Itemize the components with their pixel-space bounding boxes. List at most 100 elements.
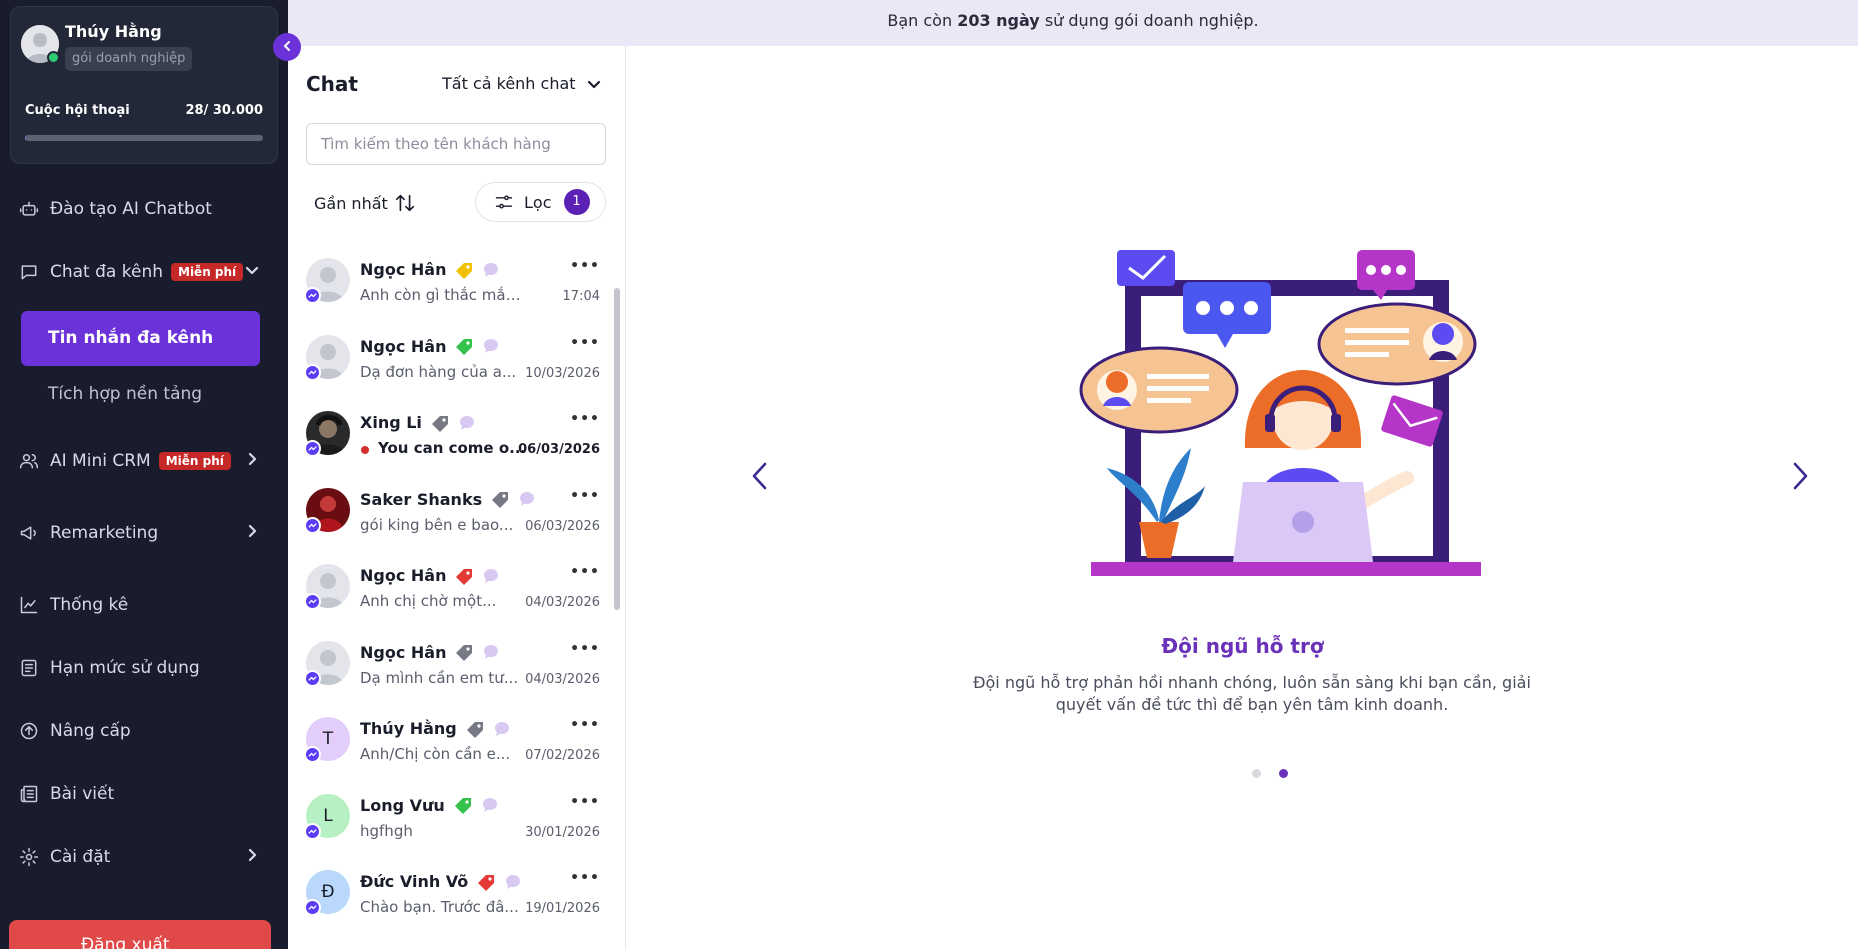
nav-label: Nâng cấp — [50, 721, 131, 741]
messenger-icon — [304, 516, 321, 534]
conversation-item[interactable]: Xing Li ••• You can come o... 06/03/2026 — [288, 397, 618, 474]
chevron-left-icon — [283, 41, 290, 51]
tag-icon[interactable] — [453, 796, 473, 814]
sort-button[interactable]: Gần nhất — [314, 192, 416, 214]
sidebar: Thúy Hằng gói doanh nghiệp Cuộc hội thoạ… — [0, 0, 301, 949]
chevron-right-icon[interactable] — [244, 847, 264, 867]
conversation-time: 06/03/2026 — [525, 518, 600, 534]
nav-settings[interactable]: Cài đặt — [18, 842, 268, 872]
messenger-icon — [304, 287, 321, 304]
filter-button[interactable]: Lọc 1 — [475, 182, 606, 222]
quota-label: Cuộc hội thoại — [25, 103, 130, 118]
more-options-icon[interactable]: ••• — [570, 335, 600, 351]
note-bubble-icon[interactable] — [481, 797, 499, 813]
conversation-preview: You can come o... — [378, 439, 527, 457]
user-avatar[interactable] — [21, 25, 60, 64]
robot-icon — [18, 198, 40, 220]
messenger-icon — [304, 822, 321, 840]
more-options-icon[interactable]: ••• — [570, 564, 600, 580]
banner-days: 203 ngày — [957, 11, 1040, 30]
more-options-icon[interactable]: ••• — [570, 258, 600, 274]
conversation-name: Xing Li — [360, 413, 422, 432]
note-bubble-icon[interactable] — [482, 262, 500, 278]
subnav-omnichannel-messages[interactable]: Tin nhắn đa kênh — [21, 311, 260, 366]
note-bubble-icon[interactable] — [504, 874, 522, 890]
plan-badge: gói doanh nghiệp — [65, 47, 193, 71]
conversation-preview: Anh chị chờ một... — [360, 592, 497, 610]
free-badge: Miễn phí — [158, 452, 231, 470]
conversation-name: Ngọc Hân — [360, 566, 447, 585]
tag-icon[interactable] — [465, 720, 485, 738]
conversation-time: 04/03/2026 — [525, 595, 600, 610]
nav-usage-limit[interactable]: Hạn mức sử dụng — [18, 653, 268, 683]
conversation-item[interactable]: Saker Shanks ••• gói king bên e bao... 06/0… — [288, 474, 618, 551]
nav-ai-mini-crm[interactable]: AI Mini CRM Miễn phí — [18, 446, 268, 476]
newspaper-icon — [18, 783, 40, 805]
conversation-preview: gói king bên e bao... — [360, 515, 514, 534]
conversation-item[interactable]: Ngọc Hân ••• Anh còn gì thắc mắc... 17:04 — [288, 244, 618, 321]
megaphone-icon — [18, 522, 40, 544]
note-bubble-icon[interactable] — [482, 568, 500, 584]
note-bubble-icon[interactable] — [458, 415, 476, 431]
conversation-time: 10/03/2026 — [525, 365, 600, 381]
tag-icon[interactable] — [490, 490, 510, 508]
more-options-icon[interactable]: ••• — [570, 411, 600, 427]
conversation-item[interactable]: Đ Đức Vinh Võ ••• Chào bạn. Trước đâ... 19/0… — [288, 856, 618, 933]
logout-button[interactable]: Đăng xuất — [9, 920, 271, 949]
conversation-name-row: Xing Li — [360, 413, 476, 432]
nav-upgrade[interactable]: Nâng cấp — [18, 716, 268, 746]
chevron-right-icon[interactable] — [244, 523, 264, 543]
banner-prefix: Bạn còn — [887, 11, 953, 30]
conversation-name-row: Thúy Hằng — [360, 719, 511, 738]
quota-progress-bar — [25, 135, 263, 141]
conversation-name: Ngọc Hân — [360, 642, 447, 662]
tag-icon[interactable] — [476, 873, 496, 891]
tag-icon[interactable] — [454, 261, 474, 279]
customer-search-input[interactable] — [306, 123, 606, 165]
tag-icon[interactable] — [430, 414, 450, 432]
avatar-initial: Đ — [321, 882, 335, 902]
more-options-icon[interactable]: ••• — [570, 641, 600, 657]
note-bubble-icon[interactable] — [518, 491, 536, 507]
conversation-name: Thúy Hằng — [360, 719, 457, 738]
more-options-icon[interactable]: ••• — [570, 488, 600, 504]
note-bubble-icon[interactable] — [482, 644, 500, 660]
chevron-down-icon — [587, 80, 600, 88]
tag-icon[interactable] — [454, 337, 474, 355]
conversation-item[interactable]: L Long Vưu ••• hgfhgh 30/01/2026 — [288, 780, 618, 857]
more-options-icon[interactable]: ••• — [570, 870, 600, 886]
support-team-illustration — [1079, 250, 1481, 576]
upgrade-icon — [18, 720, 40, 742]
note-bubble-icon[interactable] — [482, 338, 500, 354]
carousel-pagination — [1252, 769, 1288, 778]
conversation-time: 17:04 — [562, 289, 600, 304]
nav-ai-chatbot-training[interactable]: Đào tạo AI Chatbot — [18, 194, 268, 224]
more-options-icon[interactable]: ••• — [570, 794, 600, 810]
messenger-icon — [304, 363, 321, 381]
conversation-item[interactable]: Ngọc Hân ••• Dạ mình cần em tư... 04/03/202… — [288, 627, 618, 704]
note-bubble-icon[interactable] — [493, 721, 511, 737]
nav-remarketing[interactable]: Remarketing — [18, 518, 268, 548]
unread-dot — [361, 446, 369, 454]
conversation-item[interactable]: Ngọc Hân ••• Anh chị chờ một... 04/03/2026 — [288, 550, 618, 627]
carousel-dot[interactable] — [1279, 769, 1288, 778]
conversation-item[interactable]: Ngọc Hân ••• Dạ đơn hàng của a... 10/03/202… — [288, 321, 618, 398]
user-name: Thúy Hằng — [65, 22, 162, 41]
chevron-right-icon[interactable] — [244, 451, 264, 471]
carousel-dot[interactable] — [1252, 769, 1261, 778]
carousel-prev-button[interactable] — [745, 456, 775, 496]
tag-icon[interactable] — [454, 567, 474, 585]
nav-posts[interactable]: Bài viết — [18, 779, 268, 809]
collapse-sidebar-button[interactable] — [273, 33, 301, 61]
conversation-list-scrollbar[interactable] — [614, 288, 620, 610]
more-options-icon[interactable]: ••• — [570, 717, 600, 733]
tag-icon[interactable] — [454, 643, 474, 661]
subnav-platform-integration[interactable]: Tích hợp nền tảng — [48, 384, 202, 404]
chevron-down-icon[interactable] — [244, 262, 264, 282]
nav-statistics[interactable]: Thống kê — [18, 590, 268, 620]
channel-filter-dropdown[interactable]: Tất cả kênh chat — [442, 74, 602, 93]
nav-omnichannel-chat[interactable]: Chat đa kênh Miễn phí — [18, 257, 268, 287]
conversation-name-row: Đức Vinh Võ — [360, 872, 522, 891]
carousel-next-button[interactable] — [1785, 456, 1815, 496]
conversation-item[interactable]: T Thúy Hằng ••• Anh/Chị còn cần e... 07/02/2… — [288, 703, 618, 780]
